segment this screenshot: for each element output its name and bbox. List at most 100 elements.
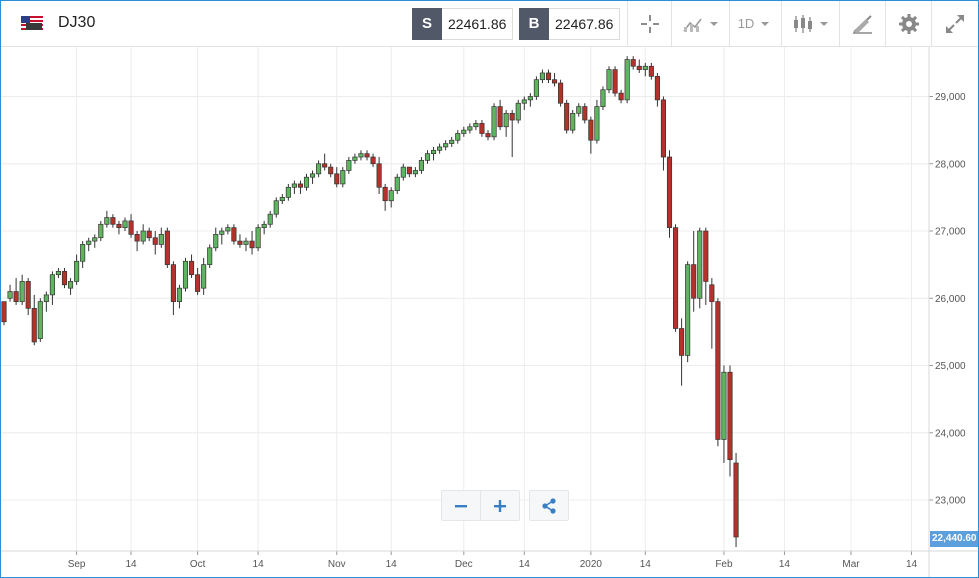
candle [691, 231, 697, 312]
candle-body-down [328, 166, 334, 175]
candle [394, 173, 400, 195]
candle-body-up [285, 186, 291, 198]
candle-body-down [146, 230, 152, 239]
candle-body-up [521, 99, 527, 104]
candle-body-up [340, 170, 346, 185]
candle-body-down [709, 284, 715, 302]
chevron-down-icon [761, 21, 770, 26]
candle [219, 227, 225, 245]
indicators-button[interactable] [781, 1, 839, 46]
candle [104, 210, 110, 228]
candle-body-up [7, 291, 13, 299]
candle [291, 180, 297, 195]
candle-body-down [582, 106, 588, 121]
candle-body-up [576, 106, 582, 114]
candle-body-down [13, 291, 19, 302]
candle [576, 103, 582, 117]
candle-body-up [721, 371, 727, 440]
x-tick-label: Dec [455, 559, 473, 570]
candle-body-down [703, 230, 709, 282]
candle-body-down [382, 186, 388, 202]
candle-body-up [67, 281, 74, 289]
candle [509, 109, 515, 158]
candle [31, 294, 37, 346]
candle [80, 241, 86, 268]
zoom-out-button[interactable] [442, 491, 480, 520]
candle [600, 86, 606, 110]
candle [648, 62, 654, 80]
candle [61, 267, 68, 289]
x-tick-label: Oct [190, 559, 206, 570]
candle-body-up [400, 166, 406, 178]
share-button[interactable] [529, 490, 569, 521]
candle-body-down [61, 271, 68, 286]
crosshair-button[interactable] [627, 1, 671, 46]
candle-body-up [491, 106, 497, 138]
candle [346, 157, 352, 174]
candle [685, 261, 691, 363]
timeframe-button[interactable]: 1D [729, 1, 781, 46]
candle-body-up [182, 260, 189, 289]
candle [424, 150, 431, 164]
candle-body-up [394, 176, 400, 191]
candle [195, 267, 201, 295]
candle [388, 187, 394, 208]
candle [43, 291, 49, 312]
candle-body-down [588, 119, 594, 141]
candle-body-up [207, 247, 213, 265]
chart-type-icon [682, 18, 718, 32]
fullscreen-icon [946, 14, 964, 33]
candle-body-up [697, 230, 703, 299]
settings-button[interactable] [885, 1, 931, 46]
candle-body-down [545, 72, 552, 81]
candle [449, 136, 455, 147]
candle-body-up [449, 139, 455, 144]
candle [642, 62, 648, 77]
candle-body-up [273, 200, 279, 215]
sell-price-button[interactable]: S 22461.86 [412, 7, 514, 40]
candle [697, 227, 703, 309]
candle-body-down [679, 328, 685, 356]
candle-body-down [691, 264, 697, 299]
candle [322, 153, 328, 171]
candle-body-up [606, 69, 612, 91]
y-tick-label: 23,000 [935, 496, 966, 507]
candle-body-up [80, 244, 86, 262]
zoom-in-button[interactable] [480, 491, 519, 520]
candle [310, 170, 316, 184]
candle [624, 56, 630, 104]
buy-price-button[interactable]: B 22467.86 [519, 7, 621, 40]
candle [588, 116, 594, 154]
candle-body-up [122, 220, 128, 228]
fullscreen-button[interactable] [931, 1, 978, 46]
candle-body-down [406, 166, 412, 175]
candle-body-up [473, 123, 479, 128]
candle-body-down [110, 217, 116, 225]
candle [37, 298, 43, 342]
share-icon [542, 497, 556, 514]
candle [55, 267, 62, 279]
chart-type-button[interactable] [671, 1, 729, 46]
candle [7, 284, 13, 302]
candle [491, 103, 497, 141]
candle [467, 123, 473, 134]
chart-toolbar: DJ30 S 22461.86 B 22467.86 1D [1, 1, 978, 47]
candle [709, 278, 715, 349]
candle [654, 72, 660, 107]
candle [176, 284, 183, 309]
minus-icon [455, 504, 467, 507]
drawing-tools-button[interactable] [839, 1, 885, 46]
candle [551, 72, 558, 87]
x-tick-label: 14 [779, 559, 791, 570]
candle-body-up [358, 153, 364, 158]
candle-body-down [297, 183, 304, 188]
candle-body-up [346, 160, 352, 171]
candle-body-down [376, 163, 382, 188]
candle [521, 96, 527, 110]
candle-body-down [648, 65, 654, 77]
candle-body-up [86, 240, 92, 245]
y-tick-label: 29,000 [935, 92, 966, 103]
symbol-label[interactable]: DJ30 [58, 14, 95, 32]
candle [67, 278, 74, 295]
candle [249, 231, 255, 255]
